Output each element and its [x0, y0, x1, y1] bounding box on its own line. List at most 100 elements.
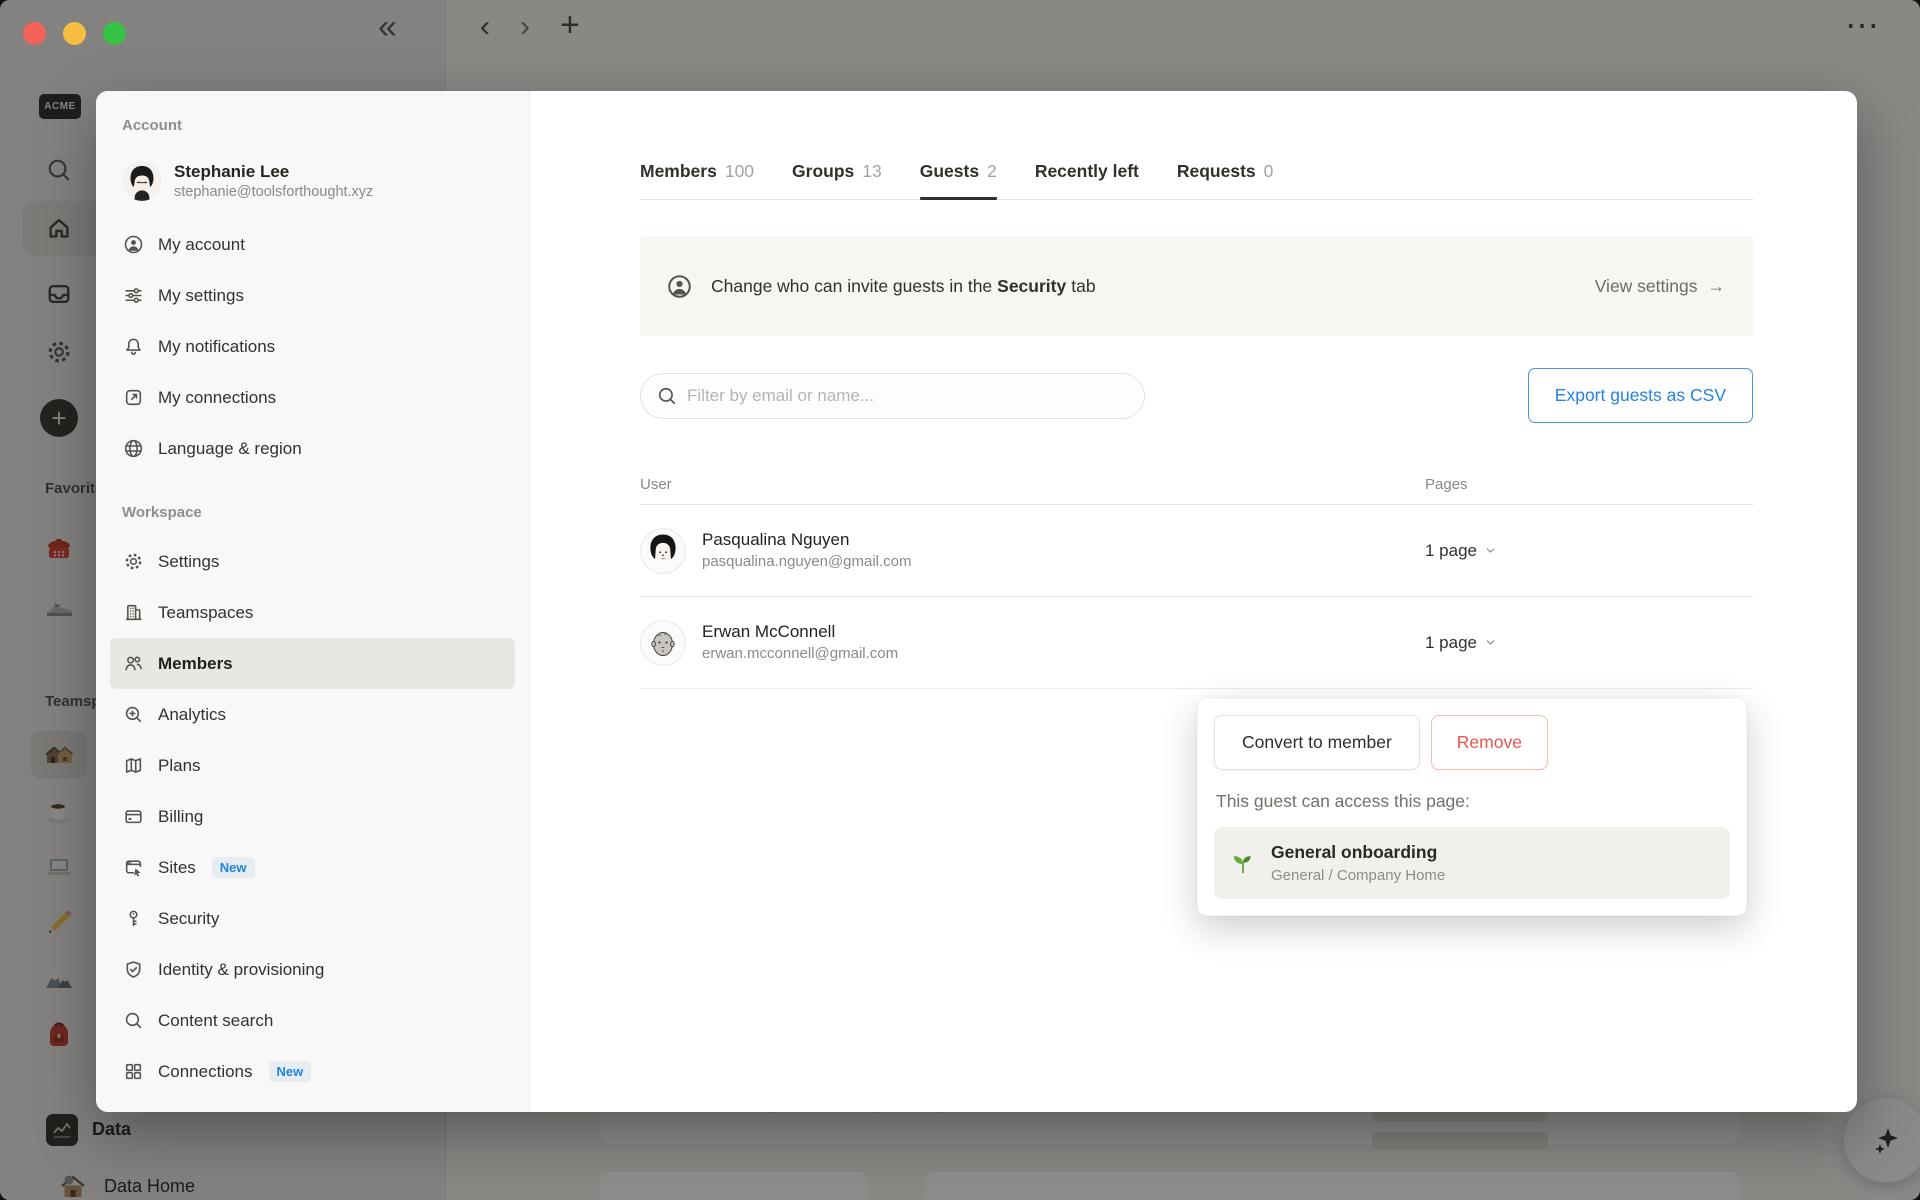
zoom-window-button[interactable] — [103, 22, 126, 45]
sidebar-item-members[interactable]: Members — [110, 638, 515, 689]
sidebar-item-label: Teamspaces — [158, 602, 254, 622]
guest-pages-dropdown[interactable]: 1 page — [1425, 541, 1753, 561]
shield-check-icon — [126, 961, 141, 978]
tab-recently-left[interactable]: Recently left — [1035, 161, 1139, 199]
magnifier-plus-icon — [125, 706, 142, 723]
map-icon — [125, 758, 142, 773]
tab-members[interactable]: Members 100 — [640, 161, 754, 199]
banner-text: Change who can invite guests in the Secu… — [711, 276, 1096, 297]
gear-icon — [125, 553, 142, 570]
accessible-page-item[interactable]: General onboarding General / Company Hom… — [1214, 827, 1730, 899]
tab-requests[interactable]: Requests 0 — [1177, 161, 1274, 199]
pages-count-label: 1 page — [1425, 540, 1477, 560]
view-settings-link[interactable]: View settings → — [1595, 276, 1725, 297]
globe-icon — [124, 439, 143, 458]
sidebar-item-label: My account — [158, 234, 245, 254]
guests-table-header: User Pages — [640, 465, 1753, 505]
credit-card-icon — [125, 810, 142, 824]
guest-user-cell: Erwan McConnell erwan.mcconnell@gmail.co… — [640, 619, 1425, 666]
people-icon — [125, 656, 142, 671]
tab-label: Recently left — [1034, 161, 1139, 181]
new-badge: New — [268, 1061, 312, 1082]
remove-guest-button[interactable]: Remove — [1430, 715, 1548, 770]
sidebar-item-label: Language & region — [158, 438, 302, 458]
sidebar-item-billing[interactable]: Billing — [110, 791, 515, 842]
account-user-name: Stephanie Lee — [174, 161, 290, 181]
guest-email: erwan.mcconnell@gmail.com — [702, 644, 899, 662]
sidebar-item-label: Analytics — [158, 704, 227, 724]
sidebar-item-content-search[interactable]: Content search — [110, 995, 515, 1046]
sidebar-item-teamspaces[interactable]: Teamspaces — [110, 587, 515, 638]
guest-invite-banner: Change who can invite guests in the Secu… — [640, 236, 1753, 336]
workspace-menu: Settings Teamspaces Members Analytics Pl… — [110, 536, 515, 1097]
sliders-icon — [125, 288, 142, 303]
sidebar-item-language-region[interactable]: Language & region — [110, 423, 515, 474]
sidebar-item-my-notifications[interactable]: My notifications — [110, 321, 515, 372]
settings-modal: Account Stephanie Lee stephanie@toolsfor… — [96, 91, 1857, 1112]
convert-to-member-button[interactable]: Convert to member — [1214, 715, 1420, 770]
sidebar-item-label: Connections — [158, 1061, 253, 1081]
chevron-down-icon — [1486, 640, 1495, 645]
guest-pages-dropdown[interactable]: 1 page — [1425, 633, 1753, 653]
account-user-row[interactable]: Stephanie Lee stephanie@toolsforthought.… — [110, 153, 515, 209]
export-guests-csv-button[interactable]: Export guests as CSV — [1527, 368, 1753, 423]
guest-email: pasqualina.nguyen@gmail.com — [702, 552, 912, 570]
sidebar-item-connections[interactable]: Connections New — [110, 1046, 515, 1097]
accessible-page-path: General / Company Home — [1271, 866, 1446, 884]
sidebar-item-label: Content search — [158, 1010, 274, 1030]
tab-label: Members — [640, 161, 717, 181]
banner-text-before: Change who can invite guests in the — [711, 275, 993, 296]
banner-bold-word: Security — [997, 275, 1067, 296]
sidebar-item-settings[interactable]: Settings — [110, 536, 515, 587]
guest-name-block: Erwan McConnell erwan.mcconnell@gmail.co… — [702, 621, 898, 664]
arrow-right-icon: → — [1707, 275, 1726, 296]
guest-actions-popover: Convert to member Remove This guest can … — [1197, 698, 1747, 916]
sidebar-item-my-account[interactable]: My account — [110, 219, 515, 270]
seedling-icon — [1233, 855, 1251, 874]
sidebar-item-label: Billing — [158, 806, 204, 826]
sidebar-item-analytics[interactable]: Analytics — [110, 689, 515, 740]
search-icon — [125, 1012, 142, 1029]
guest-name: Pasqualina Nguyen — [702, 529, 850, 549]
popover-buttons: Convert to member Remove — [1214, 715, 1730, 770]
table-row[interactable]: Erwan McConnell erwan.mcconnell@gmail.co… — [640, 597, 1753, 689]
settings-sidebar: Account Stephanie Lee stephanie@toolsfor… — [96, 91, 530, 1112]
sidebar-item-my-settings[interactable]: My settings — [110, 270, 515, 321]
tab-label: Requests — [1176, 161, 1256, 181]
sidebar-item-label: Settings — [158, 551, 220, 571]
table-row[interactable]: Pasqualina Nguyen pasqualina.nguyen@gmai… — [640, 505, 1753, 597]
account-section-label: Account — [122, 117, 182, 134]
avatar — [640, 527, 686, 574]
building-icon — [125, 604, 142, 621]
tab-groups[interactable]: Groups 13 — [792, 161, 882, 199]
tab-count: 13 — [862, 161, 882, 181]
guest-name-block: Pasqualina Nguyen pasqualina.nguyen@gmai… — [702, 529, 912, 572]
minimize-window-button[interactable] — [63, 22, 86, 45]
browser-cursor-icon — [125, 860, 142, 878]
workspace-section-label: Workspace — [122, 504, 202, 521]
column-pages: Pages — [1425, 476, 1468, 493]
key-icon — [129, 910, 138, 927]
sidebar-item-identity-provisioning[interactable]: Identity & provisioning — [110, 944, 515, 995]
filter-guests-input[interactable] — [640, 372, 1145, 419]
person-circle-icon — [124, 235, 143, 254]
accessible-page-text: General onboarding General / Company Hom… — [1271, 840, 1445, 886]
sidebar-item-security[interactable]: Security — [110, 893, 515, 944]
sidebar-item-my-connections[interactable]: My connections — [110, 372, 515, 423]
window-controls — [23, 22, 126, 45]
popover-caption: This guest can access this page: — [1216, 791, 1470, 811]
close-window-button[interactable] — [23, 22, 46, 45]
sidebar-item-label: My connections — [158, 387, 277, 407]
tab-guests[interactable]: Guests 2 — [919, 161, 997, 200]
grid-icon — [125, 1063, 142, 1080]
bell-icon — [126, 338, 141, 355]
sidebar-item-sites[interactable]: Sites New — [110, 842, 515, 893]
sidebar-item-plans[interactable]: Plans — [110, 740, 515, 791]
tab-count: 100 — [724, 161, 755, 181]
guest-name: Erwan McConnell — [702, 621, 836, 641]
tab-label: Groups — [792, 161, 855, 181]
sidebar-item-label: Members — [158, 653, 233, 673]
sidebar-item-label: Plans — [158, 755, 201, 775]
guests-table: User Pages Pasqualina Nguyen pasqualina.… — [640, 465, 1753, 689]
search-icon — [658, 387, 676, 404]
